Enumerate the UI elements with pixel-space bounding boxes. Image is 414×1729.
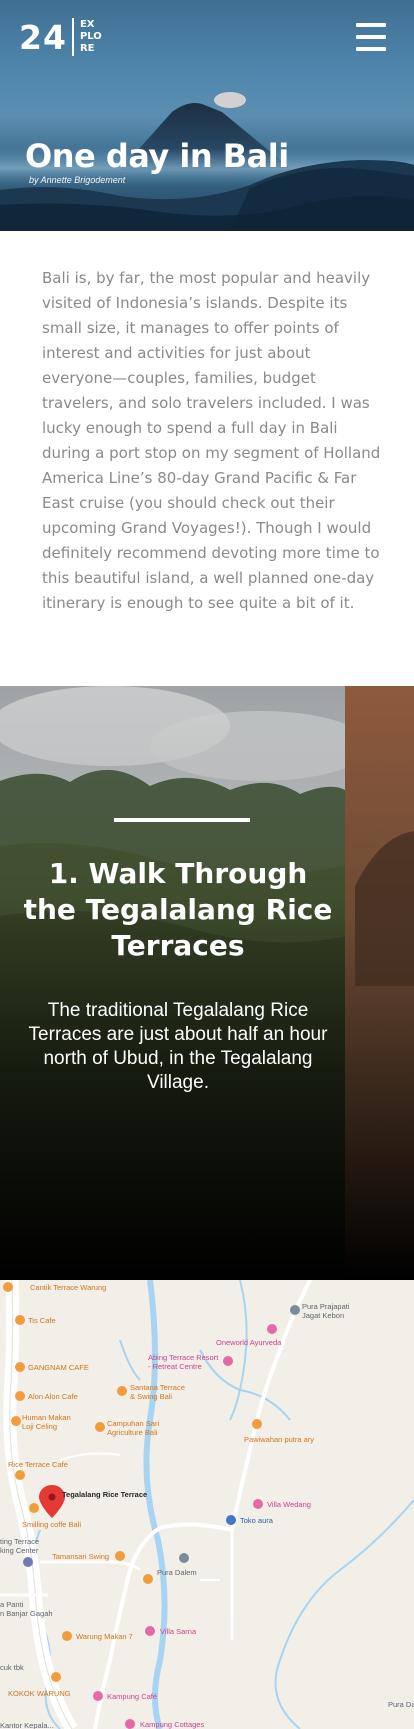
logo-word: RE	[79, 43, 95, 54]
map-place-label[interactable]: Pura Da...	[388, 1700, 414, 1709]
map-place-label[interactable]: Smilling coffe Bali	[22, 1520, 81, 1529]
map-place-label[interactable]: Pawiwahan putra ary	[244, 1435, 314, 1444]
map-place-label[interactable]: Tamansari Swing	[52, 1552, 109, 1561]
map-place-label[interactable]: a Panti n Banjar Gagah	[0, 1600, 53, 1618]
map-place-label[interactable]: Toko aura	[240, 1516, 273, 1525]
map-place-label[interactable]: Kantor Kepala...	[0, 1721, 54, 1729]
logo-word: EX	[79, 19, 95, 30]
hamburger-icon[interactable]	[356, 23, 386, 51]
map-place-label[interactable]: Human Makan Loji Celing	[22, 1413, 71, 1431]
map-canvas[interactable]	[0, 1280, 414, 1729]
map-place-label[interactable]: Tegalalang Rice Terrace	[62, 1490, 147, 1499]
map-place-label[interactable]: ting Terrace king Center	[0, 1537, 39, 1555]
rice-terrace-background-image	[0, 686, 414, 1280]
section-heading: 1. Walk Through the Tegalalang Rice Terr…	[23, 857, 333, 962]
section-divider	[114, 818, 250, 822]
map-place-label[interactable]: Campuhan Sari Agriculture Bali	[107, 1419, 159, 1437]
map-place-label[interactable]: Warung Makan 7	[76, 1632, 133, 1641]
site-logo[interactable]: 24 EX PLO RE	[19, 18, 102, 56]
page-title: One day in Bali	[25, 137, 289, 175]
map-place-label[interactable]: Santana Terrace & Swing Bali	[130, 1383, 185, 1401]
map-place-label[interactable]: Villa Wedang	[267, 1500, 311, 1509]
logo-number: 24	[19, 17, 67, 57]
map-place-label[interactable]: KOKOK WARUNG	[8, 1689, 71, 1698]
hamburger-line	[356, 47, 386, 51]
map-place-label[interactable]: Kampung Cottages	[140, 1720, 204, 1729]
logo-wordmark: EX PLO RE	[80, 19, 102, 55]
map-place-label[interactable]: cuk tbk	[0, 1663, 24, 1672]
intro-paragraph: Bali is, by far, the most popular and he…	[42, 269, 381, 612]
map-place-label[interactable]: Pura Dalem	[157, 1568, 197, 1577]
hero-banner: 24 EX PLO RE One day in Bali by Annette …	[0, 0, 414, 231]
map-embed[interactable]: Cantik Terrace Warung Tis Cafe GANGNAM C…	[0, 1280, 414, 1729]
hamburger-line	[356, 23, 386, 27]
map-place-label[interactable]: GANGNAM CAFE	[28, 1363, 89, 1372]
map-place-label[interactable]: Alon Alon Cafe	[28, 1392, 78, 1401]
hamburger-line	[356, 35, 386, 39]
map-place-label[interactable]: Cantik Terrace Warung	[30, 1283, 106, 1292]
map-place-label[interactable]: Oneworld Ayurveda	[216, 1338, 281, 1347]
logo-word: PLO	[79, 31, 102, 42]
feature-section	[0, 686, 414, 1280]
author-byline: by Annette Brigodement	[29, 175, 126, 185]
logo-divider	[71, 18, 74, 56]
map-place-label[interactable]: Villa Sarna	[160, 1627, 196, 1636]
map-place-label[interactable]: Pura Prajapati Jagat Kebon	[302, 1302, 350, 1320]
map-place-label[interactable]: Kampung Café	[107, 1692, 157, 1701]
map-place-label[interactable]: Tis Cafe	[28, 1316, 56, 1325]
map-place-label[interactable]: Rice Terrace Cafe	[8, 1460, 68, 1469]
section-description: The traditional Tegalalang Rice Terraces…	[28, 1000, 328, 1093]
map-place-label[interactable]: Abing Terrace Resort - Retreat Centre	[148, 1353, 218, 1371]
